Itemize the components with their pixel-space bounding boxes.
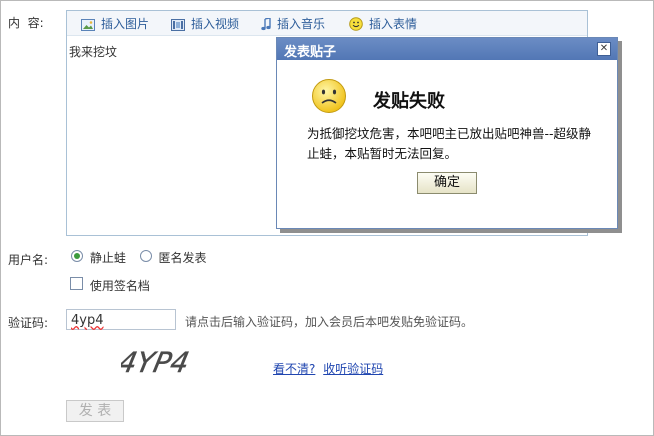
vcode-input[interactable]: 4yp4 [66,309,176,330]
image-icon [81,19,95,31]
dialog-message: 为抵御挖坟危害，本吧吧主已放出贴吧神兽--超级静止蛙，本贴暂时无法回复。 [307,126,592,161]
insert-image-button[interactable]: 插入图片 [81,16,149,32]
insert-emoticon-label: 插入表情 [369,17,418,31]
editor-content-text[interactable]: 我来挖坟 [69,43,117,60]
captcha-links: 看不清? 收听验证码 [273,360,383,377]
editor-toolbar: 插入图片 插入视频 插入音乐 插入表情 [67,11,587,36]
username-options: 静止蛙 匿名发表 [71,249,207,266]
anonymous-option-label: 匿名发表 [158,251,207,265]
cant-see-link[interactable]: 看不清? [273,362,315,376]
music-note-icon [261,18,271,31]
insert-video-button[interactable]: 插入视频 [171,16,239,32]
post-dialog: 发表贴子 ✕ 发贴失败 为抵御挖坟危害，本吧吧主已放出贴吧神兽--超级静止蛙，本… [276,37,618,229]
submit-button[interactable]: 发 表 [66,400,124,422]
dialog-title: 发表贴子 [284,45,337,60]
captcha-image[interactable]: 4YP4 [121,344,193,378]
signature-label: 使用签名档 [89,279,150,293]
insert-music-label: 插入音乐 [277,17,326,31]
content-label: 内 容: [8,16,44,30]
insert-emoticon-button[interactable]: 插入表情 [349,16,417,32]
sad-face-icon [312,79,346,113]
smiley-icon [349,17,363,31]
dialog-titlebar: 发表贴子 ✕ [277,38,617,60]
signature-checkbox[interactable] [70,277,83,290]
insert-video-label: 插入视频 [191,17,240,31]
username-label: 用户名: [8,253,49,267]
username-option-label: 静止蛙 [89,251,126,265]
dialog-heading: 发贴失败 [373,91,445,112]
listen-captcha-link[interactable]: 收听验证码 [323,362,383,376]
captcha-text: 4YP4 [121,346,192,378]
vcode-input-value: 4yp4 [71,313,104,328]
anonymous-radio[interactable] [139,250,152,262]
insert-image-label: 插入图片 [101,17,150,31]
video-icon [171,19,185,31]
vcode-label: 验证码: [8,316,49,330]
signature-option: 使用签名档 [70,277,150,294]
username-radio[interactable] [71,250,83,262]
dialog-close-button[interactable]: ✕ [597,42,611,56]
insert-music-button[interactable]: 插入音乐 [261,16,325,32]
vcode-hint: 请点击后输入验证码，加入会员后本吧发贴免验证码。 [185,315,474,329]
dialog-ok-button[interactable]: 确定 [417,172,477,194]
